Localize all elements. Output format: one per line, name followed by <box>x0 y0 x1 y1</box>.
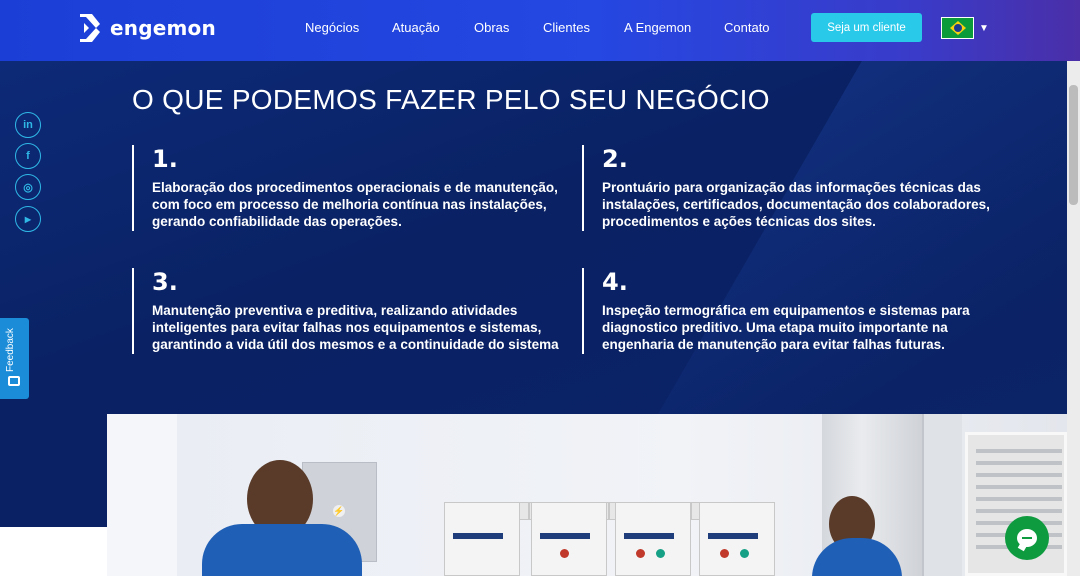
card-text: Elaboração dos procedimentos operacionai… <box>152 180 558 229</box>
service-card-1: 1. Elaboração dos procedimentos operacio… <box>132 145 562 231</box>
section-title: O QUE PODEMOS FAZER PELO SEU NEGÓCIO <box>132 84 770 115</box>
scrollbar-thumb[interactable] <box>1069 85 1078 205</box>
feedback-tab[interactable]: Feedback <box>0 318 29 399</box>
logo-text: engemon <box>110 16 216 40</box>
nav-item-obras[interactable]: Obras <box>474 20 509 35</box>
card-number: 3. <box>152 268 178 296</box>
service-card-3: 3. Manutenção preventiva e preditiva, re… <box>132 268 562 354</box>
service-card-2: 2. Prontuário para organização das infor… <box>582 145 1012 231</box>
nav-item-a-engemon[interactable]: A Engemon <box>624 20 691 35</box>
feedback-icon <box>8 376 20 386</box>
nav-item-contato[interactable]: Contato <box>724 20 770 35</box>
nav-item-negocios[interactable]: Negócios <box>305 20 359 35</box>
instagram-icon[interactable]: ◎ <box>15 174 41 200</box>
card-text: Inspeção termográfica em equipamentos e … <box>602 303 970 352</box>
nav-item-clientes[interactable]: Clientes <box>543 20 590 35</box>
card-text: Prontuário para organização das informaç… <box>602 180 990 229</box>
language-selector[interactable]: ▼ <box>941 17 989 39</box>
feedback-label: Feedback <box>5 328 16 372</box>
caret-down-icon: ▼ <box>979 22 989 34</box>
card-number: 2. <box>602 145 628 173</box>
chat-bubble-icon <box>1017 529 1037 547</box>
nav-item-atuacao[interactable]: Atuação <box>392 20 440 35</box>
chat-button[interactable] <box>1005 516 1049 560</box>
service-card-4: 4. Inspeção termográfica em equipamentos… <box>582 268 1012 354</box>
site-header: engemon Negócios Atuação Obras Clientes … <box>0 0 1080 61</box>
engemon-logo[interactable]: engemon <box>80 14 216 42</box>
seja-um-cliente-button[interactable]: Seja um cliente <box>811 13 922 42</box>
technicians-photo: ⚡ <box>107 414 1067 576</box>
youtube-icon[interactable]: ▶ <box>15 206 41 232</box>
engemon-logo-mark-icon <box>80 14 100 42</box>
card-text: Manutenção preventiva e preditiva, reali… <box>152 303 559 352</box>
section-band <box>0 414 107 527</box>
linkedin-icon[interactable]: in <box>15 112 41 138</box>
card-number: 4. <box>602 268 628 296</box>
brazil-flag-icon <box>941 17 974 39</box>
card-number: 1. <box>152 145 178 173</box>
facebook-icon[interactable]: f <box>15 143 41 169</box>
